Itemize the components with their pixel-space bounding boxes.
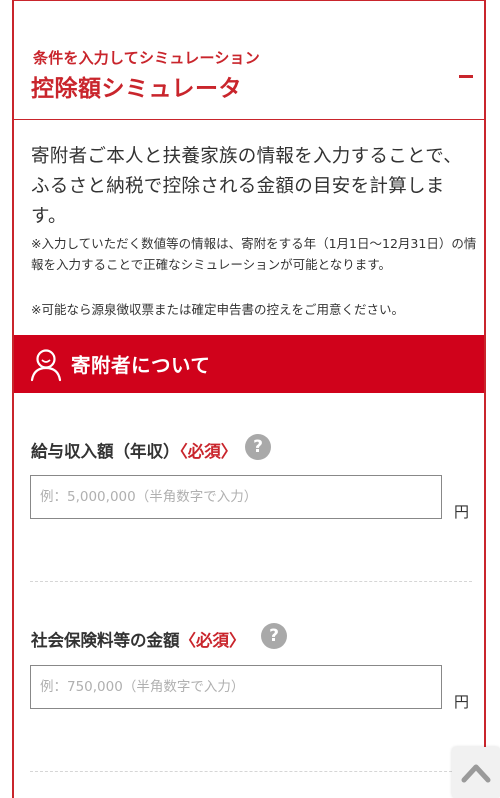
field-divider xyxy=(30,581,472,582)
intro-note-documents: ※可能なら源泉徴収票または確定申告書の控えをご用意ください。 xyxy=(31,302,404,317)
income-label-text: 給与収入額（年収） xyxy=(31,442,180,461)
income-label: 給与収入額（年収）〈必須〉 xyxy=(31,438,237,462)
intro-text: 寄附者ご本人と扶養家族の情報を入力することで、ふるさと納税で控除される金額の目安… xyxy=(31,146,463,227)
section-title: 寄附者について xyxy=(71,354,211,377)
insurance-input[interactable] xyxy=(30,665,442,709)
chevron-up-icon xyxy=(461,764,491,783)
insurance-label: 社会保険料等の金額〈必須〉 xyxy=(31,627,246,651)
scroll-to-top-button[interactable] xyxy=(452,747,500,798)
question-mark-icon: ? xyxy=(269,626,279,646)
section-header-donor: 寄附者について xyxy=(14,335,484,393)
insurance-label-text: 社会保険料等の金額 xyxy=(31,631,180,650)
income-input[interactable] xyxy=(30,475,442,519)
header-title: 控除額シミュレータ xyxy=(31,76,243,102)
simulator-card: 条件を入力してシミュレーション 控除額シミュレータ 寄附者ご本人と扶養家族の情報… xyxy=(12,0,486,798)
income-unit: 円 xyxy=(454,503,470,521)
field-divider xyxy=(30,771,472,772)
income-required-badge: 〈必須〉 xyxy=(179,442,238,461)
page: 条件を入力してシミュレーション 控除額シミュレータ 寄附者ご本人と扶養家族の情報… xyxy=(0,0,500,798)
header-subtitle: 条件を入力してシミュレーション xyxy=(33,49,260,67)
insurance-required-badge: 〈必須〉 xyxy=(179,631,246,650)
insurance-help-icon[interactable]: ? xyxy=(261,623,287,649)
income-help-icon[interactable]: ? xyxy=(245,434,271,460)
question-mark-icon: ? xyxy=(253,437,263,457)
simulator-header[interactable]: 条件を入力してシミュレーション 控除額シミュレータ xyxy=(14,1,484,120)
intro-note-period: ※入力していただく数値等の情報は、寄附をする年（1月1日〜12月31日）の情報を… xyxy=(31,236,477,272)
minus-icon xyxy=(459,75,473,78)
collapse-button[interactable] xyxy=(454,65,478,89)
person-icon xyxy=(30,349,62,382)
insurance-unit: 円 xyxy=(454,693,470,711)
